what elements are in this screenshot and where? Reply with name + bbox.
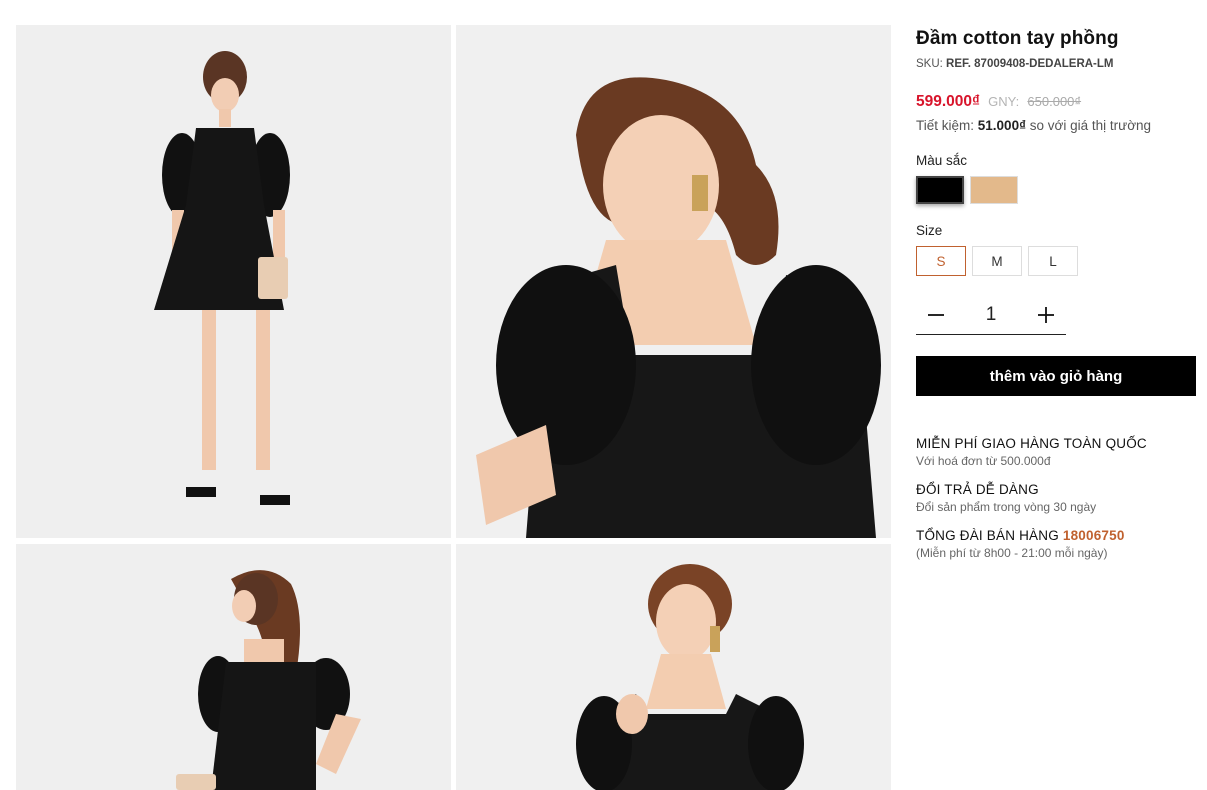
perk-hotline: TỔNG ĐÀI BÁN HÀNG 18006750 (Miễn phí từ … <box>916 528 1196 560</box>
savings-amount: 51.000₫ <box>977 118 1027 133</box>
color-label: Màu sắc <box>916 153 968 168</box>
product-photo-front[interactable] <box>16 25 451 538</box>
product-sku: SKU: REF. 87009408-DEDALERA-LM <box>916 58 1196 70</box>
old-price: 650.000₫ <box>1027 94 1082 109</box>
sku-label: SKU: <box>916 58 943 70</box>
hotline-number[interactable]: 18006750 <box>1063 528 1125 543</box>
size-option-m[interactable]: M <box>972 246 1022 276</box>
perk-return: ĐỔI TRẢ DỄ DÀNG Đổi sản phẩm trong vòng … <box>916 482 1196 514</box>
color-swatches <box>916 176 1196 204</box>
savings-suffix: so với giá thị trường <box>1029 118 1152 133</box>
product-photo-closeup[interactable] <box>456 25 891 538</box>
quantity-value[interactable]: 1 <box>956 304 1026 326</box>
size-option-l[interactable]: L <box>1028 246 1078 276</box>
color-swatch-black[interactable] <box>916 176 964 204</box>
size-options: S M L <box>916 246 1196 276</box>
perk-hotline-title: TỔNG ĐÀI BÁN HÀNG 18006750 <box>916 528 1196 543</box>
hotline-label: TỔNG ĐÀI BÁN HÀNG <box>916 528 1059 543</box>
product-title: Đầm cotton tay phồng <box>916 28 1119 49</box>
perk-shipping-title: MIỄN PHÍ GIAO HÀNG TOÀN QUỐC <box>916 436 1147 451</box>
plus-icon <box>1038 307 1054 323</box>
quantity-increase-button[interactable] <box>1026 296 1066 334</box>
product-photo-portrait[interactable] <box>456 544 891 790</box>
sku-value: REF. 87009408-DEDALERA-LM <box>946 58 1114 70</box>
current-price: 599.000₫ <box>916 93 980 110</box>
savings-text: Tiết kiệm: 51.000₫ so với giá thị trường <box>916 118 1196 133</box>
quantity-stepper: 1 <box>916 296 1066 335</box>
gny-label: GNY: <box>988 94 1020 109</box>
perk-shipping: MIỄN PHÍ GIAO HÀNG TOÀN QUỐC Với hoá đơn… <box>916 436 1196 468</box>
add-to-cart-button[interactable]: thêm vào giỏ hàng <box>916 356 1196 396</box>
perk-shipping-sub: Với hoá đơn từ 500.000đ <box>916 454 1051 468</box>
size-option-s[interactable]: S <box>916 246 966 276</box>
product-photo-back[interactable] <box>16 544 451 790</box>
size-label: Size <box>916 223 943 238</box>
minus-icon <box>928 314 944 316</box>
quantity-decrease-button[interactable] <box>916 296 956 334</box>
perk-return-title: ĐỔI TRẢ DỄ DÀNG <box>916 482 1039 497</box>
color-swatch-beige[interactable] <box>970 176 1018 204</box>
product-gallery <box>16 25 891 790</box>
perks-list: MIỄN PHÍ GIAO HÀNG TOÀN QUỐC Với hoá đơn… <box>916 436 1196 560</box>
savings-prefix: Tiết kiệm: <box>916 118 975 133</box>
price-row: 599.000₫ GNY: 650.000₫ <box>916 93 1196 111</box>
perk-return-sub: Đổi sản phẩm trong vòng 30 ngày <box>916 500 1097 514</box>
product-info-panel: Đầm cotton tay phồng SKU: REF. 87009408-… <box>916 26 1196 574</box>
perk-hotline-sub: (Miễn phí từ 8h00 - 21:00 mỗi ngày) <box>916 546 1108 560</box>
